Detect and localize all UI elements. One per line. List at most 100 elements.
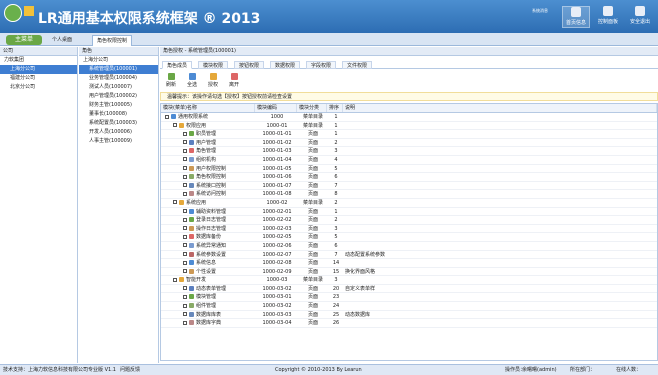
table-row[interactable]: 角色管理 1000-01-03 页面 3 [161,147,657,156]
tab-role-members[interactable]: 角色成员 [162,61,193,69]
row-checkbox[interactable] [183,148,187,153]
row-checkbox[interactable] [183,269,187,274]
table-row[interactable]: 系统异常通知 1000-02-06 页面 6 [161,242,657,251]
tab-field-permission[interactable]: 字段权限 [306,61,337,69]
feedback-link[interactable]: 问题反馈 [120,365,140,375]
table-row[interactable]: 组件管理 1000-03-02 页面 24 [161,302,657,311]
company-item[interactable]: 北京分公司 [0,83,77,92]
grant-button[interactable]: 授权 [204,73,222,88]
company-item[interactable]: 福建分公司 [0,74,77,83]
module-sort: 4 [334,156,338,163]
row-checkbox[interactable] [183,209,187,214]
table-row[interactable]: 组织机构 1000-01-04 页面 4 [161,156,657,165]
module-code: 1000-02-06 [262,242,292,249]
table-row[interactable]: 角色权限控制 1000-01-06 页面 6 [161,173,657,182]
table-row[interactable]: 系统访问控制 1000-01-08 页面 8 [161,190,657,199]
table-row[interactable]: 数据库备份 1000-02-05 页面 5 [161,233,657,242]
exit-button[interactable]: 离开 [225,73,243,88]
module-type: 页面 [307,320,318,327]
table-row[interactable]: 动态表单管理 1000-03-02 页面 20 自定义表单样 [161,285,657,294]
role-item[interactable]: 财务主管(100005) [79,101,158,110]
table-row[interactable]: 通用权限系统 1000 菜单目录 1 [161,113,657,122]
row-checkbox[interactable] [183,320,187,325]
header-link-1[interactable]: 系统消息 [532,8,548,14]
table-row[interactable]: 登录日志管理 1000-02-02 页面 2 [161,216,657,225]
tab-data-permission[interactable]: 数据权限 [270,61,301,69]
module-name: 系统参数设置 [196,251,227,258]
table-row[interactable]: 辅助资料管理 1000-02-01 页面 1 [161,208,657,217]
module-desc [343,216,657,224]
col-sort[interactable]: 排序 [327,104,343,112]
company-item[interactable]: 上海分公司 [0,65,77,74]
module-type: 页面 [307,234,318,241]
row-checkbox[interactable] [183,252,187,256]
table-row[interactable]: 用户管理 1000-01-02 页面 2 [161,139,657,148]
table-row[interactable]: 操作日志管理 1000-02-03 页面 3 [161,225,657,234]
role-item[interactable]: 上海分公司 [79,56,158,65]
row-checkbox[interactable] [165,114,169,119]
nav-exit[interactable]: 安全退出 [626,6,654,28]
select-all-button[interactable]: 全选 [183,73,201,88]
row-checkbox[interactable] [183,140,187,145]
table-row[interactable]: 职员管理 1000-01-01 页面 1 [161,130,657,139]
tab-button-permission[interactable]: 按钮权限 [234,61,265,69]
module-sort: 7 [334,251,338,258]
row-checkbox[interactable] [183,157,187,162]
row-checkbox[interactable] [183,174,187,179]
col-desc[interactable]: 说明 [343,104,657,112]
row-checkbox[interactable] [173,200,177,205]
table-row[interactable]: 系统接口控制 1000-01-07 页面 7 [161,182,657,191]
table-row[interactable]: 模块管理 1000-03-01 页面 23 [161,293,657,303]
role-item[interactable]: 系统配置员(100003) [79,119,158,128]
table-row[interactable]: 个性设置 1000-02-09 页面 15 换化界面风格 [161,268,657,277]
row-checkbox[interactable] [183,226,187,231]
role-item[interactable]: 测试人员(100007) [79,83,158,92]
module-code: 1000-03 [266,277,288,284]
nav-home[interactable]: 首页信息 [562,6,590,28]
table-row[interactable]: 系统信息 1000-02-08 页面 14 [161,259,657,268]
col-code[interactable]: 模块编码 [255,104,297,112]
row-checkbox[interactable] [183,286,187,291]
table-row[interactable]: 数据库库表 1000-03-03 页面 25 动态数据库 [161,311,657,320]
module-icon [189,191,194,197]
nav-control[interactable]: 控制面板 [594,6,622,28]
table-row[interactable]: 智能开发 1000-03 菜单目录 3 [161,276,657,285]
row-checkbox[interactable] [183,243,187,248]
main-menu-button[interactable]: 主菜单 [6,35,42,45]
tab-file-permission[interactable]: 文件权限 [342,61,373,69]
row-checkbox[interactable] [183,131,187,136]
role-item[interactable]: 系统管理员(100001) [79,65,158,74]
table-row[interactable]: 用户权限控制 1000-01-05 页面 5 [161,165,657,174]
row-checkbox[interactable] [173,277,177,282]
row-checkbox[interactable] [183,303,187,308]
role-item[interactable]: 人事主管(100009) [79,137,158,146]
tab-module-permission[interactable]: 模块权限 [198,61,229,69]
row-checkbox[interactable] [183,234,187,239]
row-checkbox[interactable] [183,217,187,222]
table-row[interactable]: 权限应用 1000-01 菜单目录 1 [161,122,657,131]
company-item[interactable]: 力软集团 [0,56,77,65]
row-checkbox[interactable] [173,123,177,128]
tab-desktop[interactable]: 个人桌面 [48,35,76,46]
module-code: 1000-02-07 [262,251,292,258]
dept-label: 所在部门： [570,367,596,373]
row-checkbox[interactable] [183,183,187,188]
table-row[interactable]: 系统参数设置 1000-02-07 页面 7 动态配置系统参数 [161,251,657,260]
table-row[interactable]: 数据库字典 1000-03-04 页面 26 [161,319,657,328]
tab-role-permission[interactable]: 角色权限控制 [92,35,133,46]
module-name: 系统应用 [186,199,207,206]
role-item[interactable]: 用户管理员(100002) [79,92,158,101]
col-type[interactable]: 模块分类 [297,104,327,112]
role-item[interactable]: 董事长(100008) [79,110,158,119]
module-sort: 1 [334,208,338,215]
col-name[interactable]: 模块(菜单)名称 [161,104,255,112]
refresh-button[interactable]: 刷新 [162,73,180,88]
role-item[interactable]: 开发人员(100006) [79,128,158,137]
row-checkbox[interactable] [183,166,187,171]
row-checkbox[interactable] [183,260,187,265]
table-row[interactable]: 系统应用 1000-02 菜单目录 2 [161,199,657,208]
row-checkbox[interactable] [183,294,187,299]
row-checkbox[interactable] [183,191,187,196]
role-item[interactable]: 业务管理员(100004) [79,74,158,83]
row-checkbox[interactable] [183,312,187,317]
